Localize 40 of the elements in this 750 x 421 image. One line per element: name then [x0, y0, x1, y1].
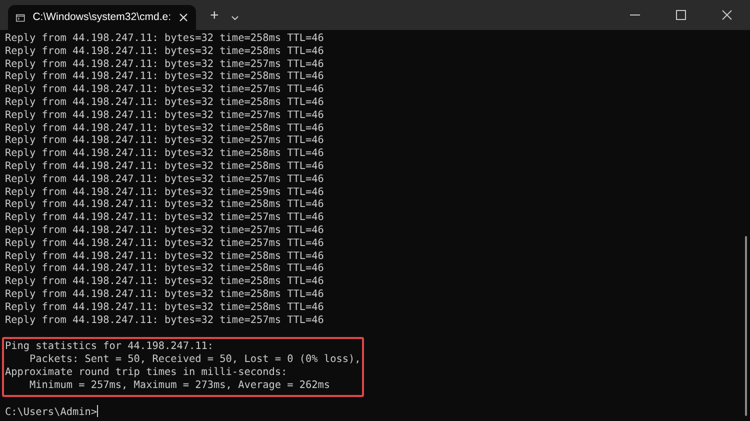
terminal-line: Reply from 44.198.247.11: bytes=32 time=258ms TTL=46 [5, 96, 324, 108]
terminal-line: Reply from 44.198.247.11: bytes=32 time=257ms TTL=46 [5, 135, 324, 146]
terminal-line: Reply from 44.198.247.11: bytes=32 time=257ms TTL=46 [5, 110, 324, 121]
terminal-line: Reply from 44.198.247.11: bytes=32 time=257ms TTL=46 [5, 314, 324, 326]
terminal-line: Reply from 44.198.247.11: bytes=32 time=258ms TTL=46 [5, 302, 324, 313]
terminal-tab[interactable]: C:\Windows\system32\cmd.e: [8, 5, 196, 30]
maximize-icon [676, 10, 686, 20]
terminal-line: Reply from 44.198.247.11: bytes=32 time=258ms TTL=46 [5, 263, 324, 274]
terminal-line: Reply from 44.198.247.11: bytes=32 time=258ms TTL=46 [5, 33, 324, 44]
terminal-line: Reply from 44.198.247.11: bytes=32 time=257ms TTL=46 [5, 58, 324, 70]
text-cursor [97, 404, 98, 417]
minimize-icon [630, 14, 640, 16]
terminal-line: Approximate round trip times in milli-seconds: [5, 366, 288, 378]
terminal-icon [16, 12, 25, 22]
terminal-line: Reply from 44.198.247.11: bytes=32 time=258ms TTL=46 [5, 160, 324, 172]
terminal-line: Reply from 44.198.247.11: bytes=32 time=259ms TTL=46 [5, 186, 324, 198]
terminal-line: Reply from 44.198.247.11: bytes=32 time=258ms TTL=46 [5, 122, 324, 134]
terminal-line: Reply from 44.198.247.11: bytes=32 time=258ms TTL=46 [5, 148, 324, 160]
terminal-line: Ping statistics for 44.198.247.11: [5, 341, 214, 352]
terminal-line: Reply from 44.198.247.11: bytes=32 time=257ms TTL=46 [5, 84, 324, 96]
terminal-line: Reply from 44.198.247.11: bytes=32 time=258ms TTL=46 [5, 199, 324, 210]
close-icon [179, 12, 188, 22]
chevron-down-icon [230, 14, 239, 21]
scrollbar[interactable] [745, 236, 747, 416]
terminal-line: Reply from 44.198.247.11: bytes=32 time=257ms TTL=46 [5, 212, 324, 224]
terminal-line: Reply from 44.198.247.11: bytes=32 time=257ms TTL=46 [5, 224, 324, 236]
terminal-line: Reply from 44.198.247.11: bytes=32 time=258ms TTL=46 [5, 46, 324, 57]
new-tab-button[interactable]: + [210, 8, 219, 23]
close-tab-button[interactable] [179, 12, 188, 23]
terminal-line: Reply from 44.198.247.11: bytes=32 time=257ms TTL=46 [5, 174, 324, 185]
terminal-line: Reply from 44.198.247.11: bytes=32 time=257ms TTL=46 [5, 238, 324, 249]
terminal-line: Reply from 44.198.247.11: bytes=32 time=258ms TTL=46 [5, 250, 324, 262]
terminal-line: Packets: Sent = 50, Received = 50, Lost = 0 (0% loss), [28, 354, 361, 366]
close-icon [722, 10, 732, 20]
terminal-line: Minimum = 257ms, Maximum = 273ms, Average = 262ms [28, 380, 330, 391]
tab-title: C:\Windows\system32\cmd.e: [32, 10, 171, 25]
terminal-line: Reply from 44.198.247.11: bytes=32 time=258ms TTL=46 [5, 276, 324, 288]
terminal-line: Reply from 44.198.247.11: bytes=32 time=258ms TTL=46 [5, 71, 324, 82]
terminal-line: Reply from 44.198.247.11: bytes=32 time=258ms TTL=46 [5, 288, 324, 300]
command-prompt: C:\Users\Admin> [5, 406, 98, 418]
